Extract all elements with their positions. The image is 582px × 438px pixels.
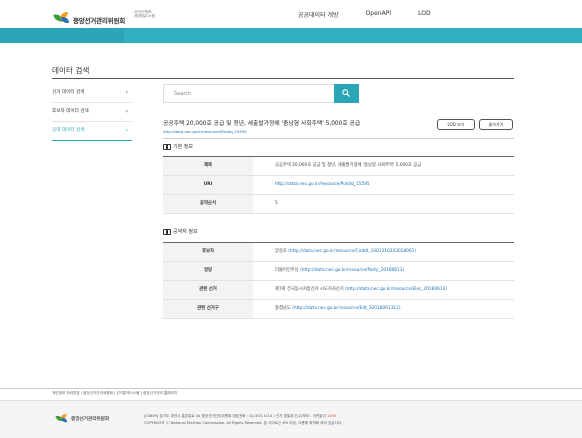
breadcrumb-chevron-icon <box>116 0 124 15</box>
pledge-title: 공공주택 20,000호 공급 및 청년, 세출발가정에 '충남형 사회주택' … <box>163 121 361 127</box>
nec-logo-icon <box>55 414 68 423</box>
row-label: 공약순서 <box>163 195 253 213</box>
breadcrumb-item-pledge-search[interactable]: 공약 데이터 검색 <box>132 0 165 15</box>
page-title: 데이터 검색 <box>52 66 90 75</box>
row-label: 정당 <box>163 262 253 280</box>
footer-logo: 중앙선거관리위원회 <box>55 414 109 423</box>
basic-info-heading: 기본 정보 <box>163 143 193 150</box>
breadcrumb-current-bg <box>124 28 582 43</box>
nav-item-lod[interactable]: LOD <box>418 10 430 19</box>
sidebar-item-label: 후보자 데이터 검색 <box>52 109 89 114</box>
row-label: URI <box>163 176 253 194</box>
sidebar-item-pledge-search[interactable]: 공약 데이터 검색 › <box>52 121 132 141</box>
pledger-info-heading: 공약자 정보 <box>163 228 198 235</box>
chevron-right-icon: › <box>125 127 128 134</box>
sidebar-item-election-search[interactable]: 선거 데이터 검색 › <box>52 83 132 103</box>
uri-link[interactable]: http://data.nec.go.kr/resource/Pol/dq_15… <box>275 176 370 194</box>
footer-org-name: 중앙선거관리위원회 <box>71 417 109 422</box>
row-label: 후보자 <box>163 243 253 261</box>
book-icon <box>163 144 172 150</box>
footer-divider <box>0 388 582 389</box>
search-input[interactable] <box>164 85 334 102</box>
table-row: 관련 선거 제7회 전국동시지방선거 시도지사선거 (http://data.n… <box>163 281 514 300</box>
chevron-right-icon: › <box>125 108 128 115</box>
candidate-link[interactable]: (http://data.nec.go.kr/resource/Cnddt_10… <box>288 249 416 254</box>
search-box <box>163 84 335 103</box>
row-value: 제7회 전국동시지방선거 시도지사선거 (http://data.nec.go.… <box>275 287 448 292</box>
breadcrumb-chevron-icon <box>70 0 78 15</box>
footer-address: [13809] 경기도 과천시 홍촌말로 44 중앙선거관리위원회 대표전화 :… <box>144 414 343 425</box>
back-button[interactable]: 돌아가기 <box>479 119 513 130</box>
pledge-uri-link[interactable]: http://data.nec.go.kr/resource/Pol/dq_15… <box>163 129 247 134</box>
sidebar-item-label: 선거 데이터 검색 <box>52 90 85 95</box>
basic-info-table: 제목 공공주택 20,000호 공급 및 청년, 세출발가정에 '충남형 사회주… <box>163 156 514 214</box>
table-row: 관련 선거구 충청남도 (http://data.nec.go.kr/resou… <box>163 300 514 319</box>
table-row: 정당 더불어민주당 (http://data.nec.go.kr/resourc… <box>163 262 514 281</box>
sidebar-item-label: 공약 데이터 검색 <box>52 128 85 133</box>
item-divider <box>163 138 514 139</box>
chevron-right-icon: › <box>125 89 128 96</box>
row-label: 관련 선거구 <box>163 300 253 318</box>
nav-item-openapi[interactable]: OpenAPI <box>366 10 392 19</box>
row-value: 양승조 (http://data.nec.go.kr/resource/Cndd… <box>275 249 417 254</box>
row-value: 5 <box>275 201 278 206</box>
main-nav: 공공데이터 개방 OpenAPI LOD <box>298 10 431 19</box>
row-value: 더불어민주당 (http://data.nec.go.kr/resource/P… <box>275 268 405 273</box>
sidebar-item-candidate-search[interactable]: 후보자 데이터 검색 › <box>52 102 132 122</box>
table-row: 제목 공공주택 20,000호 공급 및 청년, 세출발가정에 '충남형 사회주… <box>163 157 514 176</box>
footer-copyright: COPYRIGHT ⓒ National Election Commission… <box>144 421 343 425</box>
row-value: 공공주택 20,000호 공급 및 청년, 세출발가정에 '충남형 사회주택' … <box>275 163 422 168</box>
nav-item-open-data[interactable]: 공공데이터 개방 <box>298 10 339 19</box>
district-link[interactable]: (http://data.nec.go.kr/resource/Edt_3201… <box>292 306 400 311</box>
breadcrumb-item-lod[interactable]: LOD <box>53 0 63 15</box>
search-icon <box>342 89 350 97</box>
breadcrumb-item-data-search[interactable]: 데이터 검색 <box>84 0 107 15</box>
search-button[interactable] <box>334 84 359 103</box>
table-row: URI http://data.nec.go.kr/resource/Pol/d… <box>163 176 514 195</box>
report-number: 1390 <box>326 414 337 418</box>
pledger-info-table: 후보자 양승조 (http://data.nec.go.kr/resource/… <box>163 242 514 319</box>
title-divider <box>52 78 514 79</box>
lod-view-button[interactable]: LOD 보기 <box>437 119 475 130</box>
row-value: 충청남도 (http://data.nec.go.kr/resource/Edt… <box>275 306 401 311</box>
row-label: 관련 선거 <box>163 281 253 299</box>
election-link[interactable]: (http://data.nec.go.kr/resource/Elec_201… <box>345 287 447 292</box>
logo-subtext: National Election Commission <box>73 17 111 20</box>
book-icon <box>163 229 172 235</box>
row-label: 제목 <box>163 157 253 175</box>
table-row: 후보자 양승조 (http://data.nec.go.kr/resource/… <box>163 243 514 262</box>
party-link[interactable]: (http://data.nec.go.kr/resource/Party_20… <box>300 268 404 273</box>
table-row: 공약순서 5 <box>163 195 514 214</box>
footer-links[interactable]: 개인정보 처리방침 | 중앙선거관리위원회 | 선거통계시스템 | 중앙선거관리… <box>52 391 177 396</box>
